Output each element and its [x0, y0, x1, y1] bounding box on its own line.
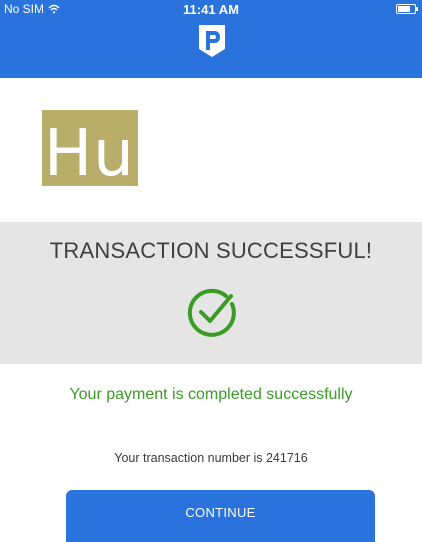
battery-icon — [396, 4, 418, 14]
merchant-logo: Hu — [42, 110, 138, 186]
success-message: Your payment is completed successfully — [69, 386, 353, 403]
p-logo-icon — [199, 25, 225, 57]
result-title: TRANSACTION SUCCESSFUL! — [49, 238, 373, 263]
continue-button[interactable]: CONTINUE — [66, 490, 375, 542]
app-header: No SIM 11:41 AM — [0, 0, 422, 78]
check-circle-icon — [187, 288, 236, 337]
transaction-number: Your transaction number is 241716 — [114, 451, 308, 465]
result-panel: TRANSACTION SUCCESSFUL! — [0, 222, 422, 364]
payment-result-screen: No SIM 11:41 AM Hu TRANSACTION SUCCESSFU… — [0, 0, 422, 542]
status-time: 11:41 AM — [183, 2, 239, 17]
merchant-logo-text: Hu — [44, 117, 135, 186]
